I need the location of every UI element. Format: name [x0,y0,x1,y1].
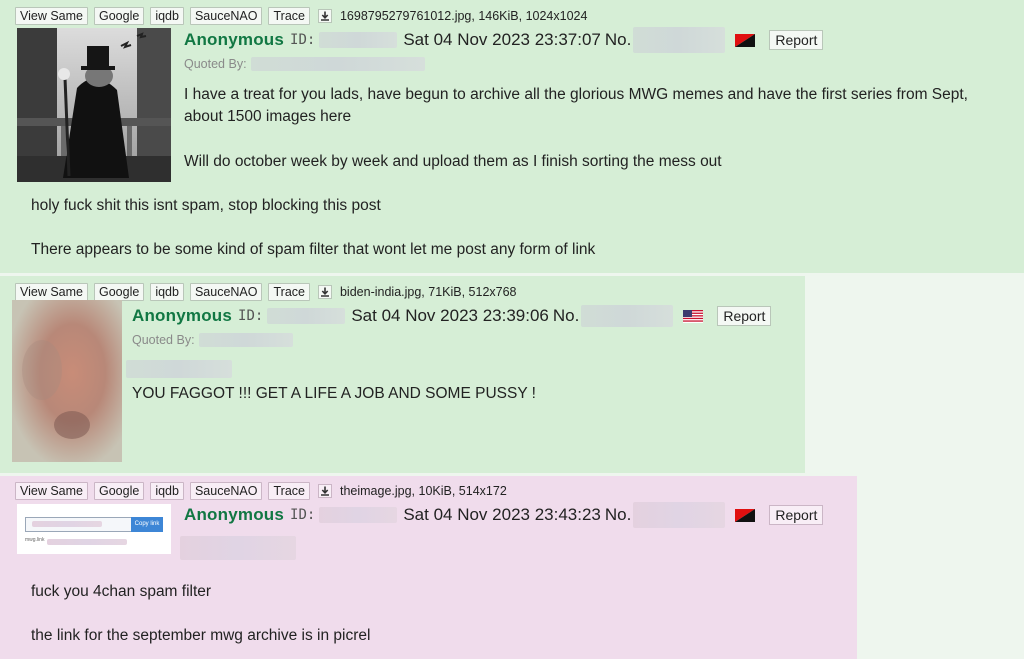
poster-name: Anonymous [184,505,285,524]
post-2: View Same Google iqdb SauceNAO Trace bid… [0,276,805,473]
blurred-face-image [12,300,122,462]
post-number-link[interactable]: No. [553,306,579,326]
google-button[interactable]: Google [94,482,145,500]
google-button[interactable]: Google [94,283,145,301]
post-line: Will do october week by week and upload … [184,153,722,170]
view-same-button[interactable]: View Same [15,482,88,500]
download-icon[interactable] [317,9,332,23]
file-info[interactable]: theimage.jpg, 10KiB, 514x172 [340,484,507,498]
image-search-toolbar: View Same Google iqdb SauceNAO Trace the… [15,482,507,500]
quote-link-redacted[interactable] [180,536,296,560]
poster-id-redacted[interactable] [319,32,398,48]
frog-gentleman-image [17,28,171,182]
post-3: View Same Google iqdb SauceNAO Trace the… [0,476,857,659]
thumbnail-caption: mwg.link [25,537,45,543]
post-number-redacted[interactable] [581,305,674,327]
post-line: about 1500 images here [184,108,352,125]
post-thumbnail[interactable] [12,300,122,462]
poster-name: Anonymous [132,306,233,325]
black-red-diagonal-flag-icon [735,508,756,522]
post-date: Sat 04 Nov 2023 23:39:06 [351,306,549,325]
view-same-button[interactable]: View Same [15,283,88,301]
post-number-redacted[interactable] [633,27,726,53]
quote-link-redacted[interactable] [126,360,232,378]
image-search-toolbar: View Same Google iqdb SauceNAO Trace 169… [15,7,587,25]
thumbnail-link-field [25,517,132,532]
post-header: Anonymous ID: Sat 04 Nov 2023 23:43:23 N… [184,502,824,528]
trace-button[interactable]: Trace [268,283,310,301]
saucenao-button[interactable]: SauceNAO [189,7,263,25]
iqdb-button[interactable]: iqdb [150,283,184,301]
saucenao-button[interactable]: SauceNAO [189,482,263,500]
thumbnail-copy-button: Copy link [131,517,163,532]
post-line: holy fuck shit this isnt spam, stop bloc… [31,197,381,214]
black-red-diagonal-flag-icon [735,33,756,47]
post-line: fuck you 4chan spam filter [31,583,212,600]
image-search-toolbar: View Same Google iqdb SauceNAO Trace bid… [15,283,517,301]
post-line: YOU FAGGOT !!! GET A LIFE A JOB AND SOME… [132,385,536,402]
download-icon[interactable] [317,285,332,299]
us-flag-icon [683,309,704,323]
quoted-by-label: Quoted By: [184,57,247,71]
post-header: Anonymous ID: Sat 04 Nov 2023 23:39:06 N… [132,304,772,328]
post-number-redacted[interactable] [633,502,726,528]
post-thumbnail[interactable] [17,28,171,182]
post-number-link[interactable]: No. [605,505,631,525]
trace-button[interactable]: Trace [268,7,310,25]
google-button[interactable]: Google [94,7,145,25]
file-info[interactable]: 1698795279761012.jpg, 146KiB, 1024x1024 [340,9,587,23]
saucenao-button[interactable]: SauceNAO [189,283,263,301]
quoted-by: Quoted By: [132,333,293,347]
download-icon[interactable] [317,484,332,498]
report-button[interactable]: Report [717,306,772,326]
quoted-by-links-redacted[interactable] [198,333,293,347]
poster-id-label: ID: [238,308,264,324]
post-line: There appears to be some kind of spam fi… [31,241,596,258]
iqdb-button[interactable]: iqdb [150,482,184,500]
report-button[interactable]: Report [769,505,824,525]
post-line: the link for the september mwg archive i… [31,627,371,644]
iqdb-button[interactable]: iqdb [150,7,184,25]
post-date: Sat 04 Nov 2023 23:37:07 [403,30,601,49]
post-thumbnail[interactable]: Copy link mwg.link [17,504,171,554]
post-number-link[interactable]: No. [605,30,631,50]
poster-name: Anonymous [184,30,285,49]
post-line: I have a treat for you lads, have begun … [184,86,968,103]
report-button[interactable]: Report [769,30,824,50]
trace-button[interactable]: Trace [268,482,310,500]
poster-id-label: ID: [290,507,316,523]
post-date: Sat 04 Nov 2023 23:43:23 [403,505,601,524]
poster-id-redacted[interactable] [267,308,346,324]
post-1: View Same Google iqdb SauceNAO Trace 169… [0,0,1024,273]
quoted-by-links-redacted[interactable] [250,57,425,71]
poster-id-label: ID: [290,32,316,48]
file-info[interactable]: biden-india.jpg, 71KiB, 512x768 [340,285,517,299]
quoted-by: Quoted By: [184,57,425,71]
post-header: Anonymous ID: Sat 04 Nov 2023 23:37:07 N… [184,27,824,53]
quoted-by-label: Quoted By: [132,333,195,347]
poster-id-redacted[interactable] [319,507,398,523]
view-same-button[interactable]: View Same [15,7,88,25]
